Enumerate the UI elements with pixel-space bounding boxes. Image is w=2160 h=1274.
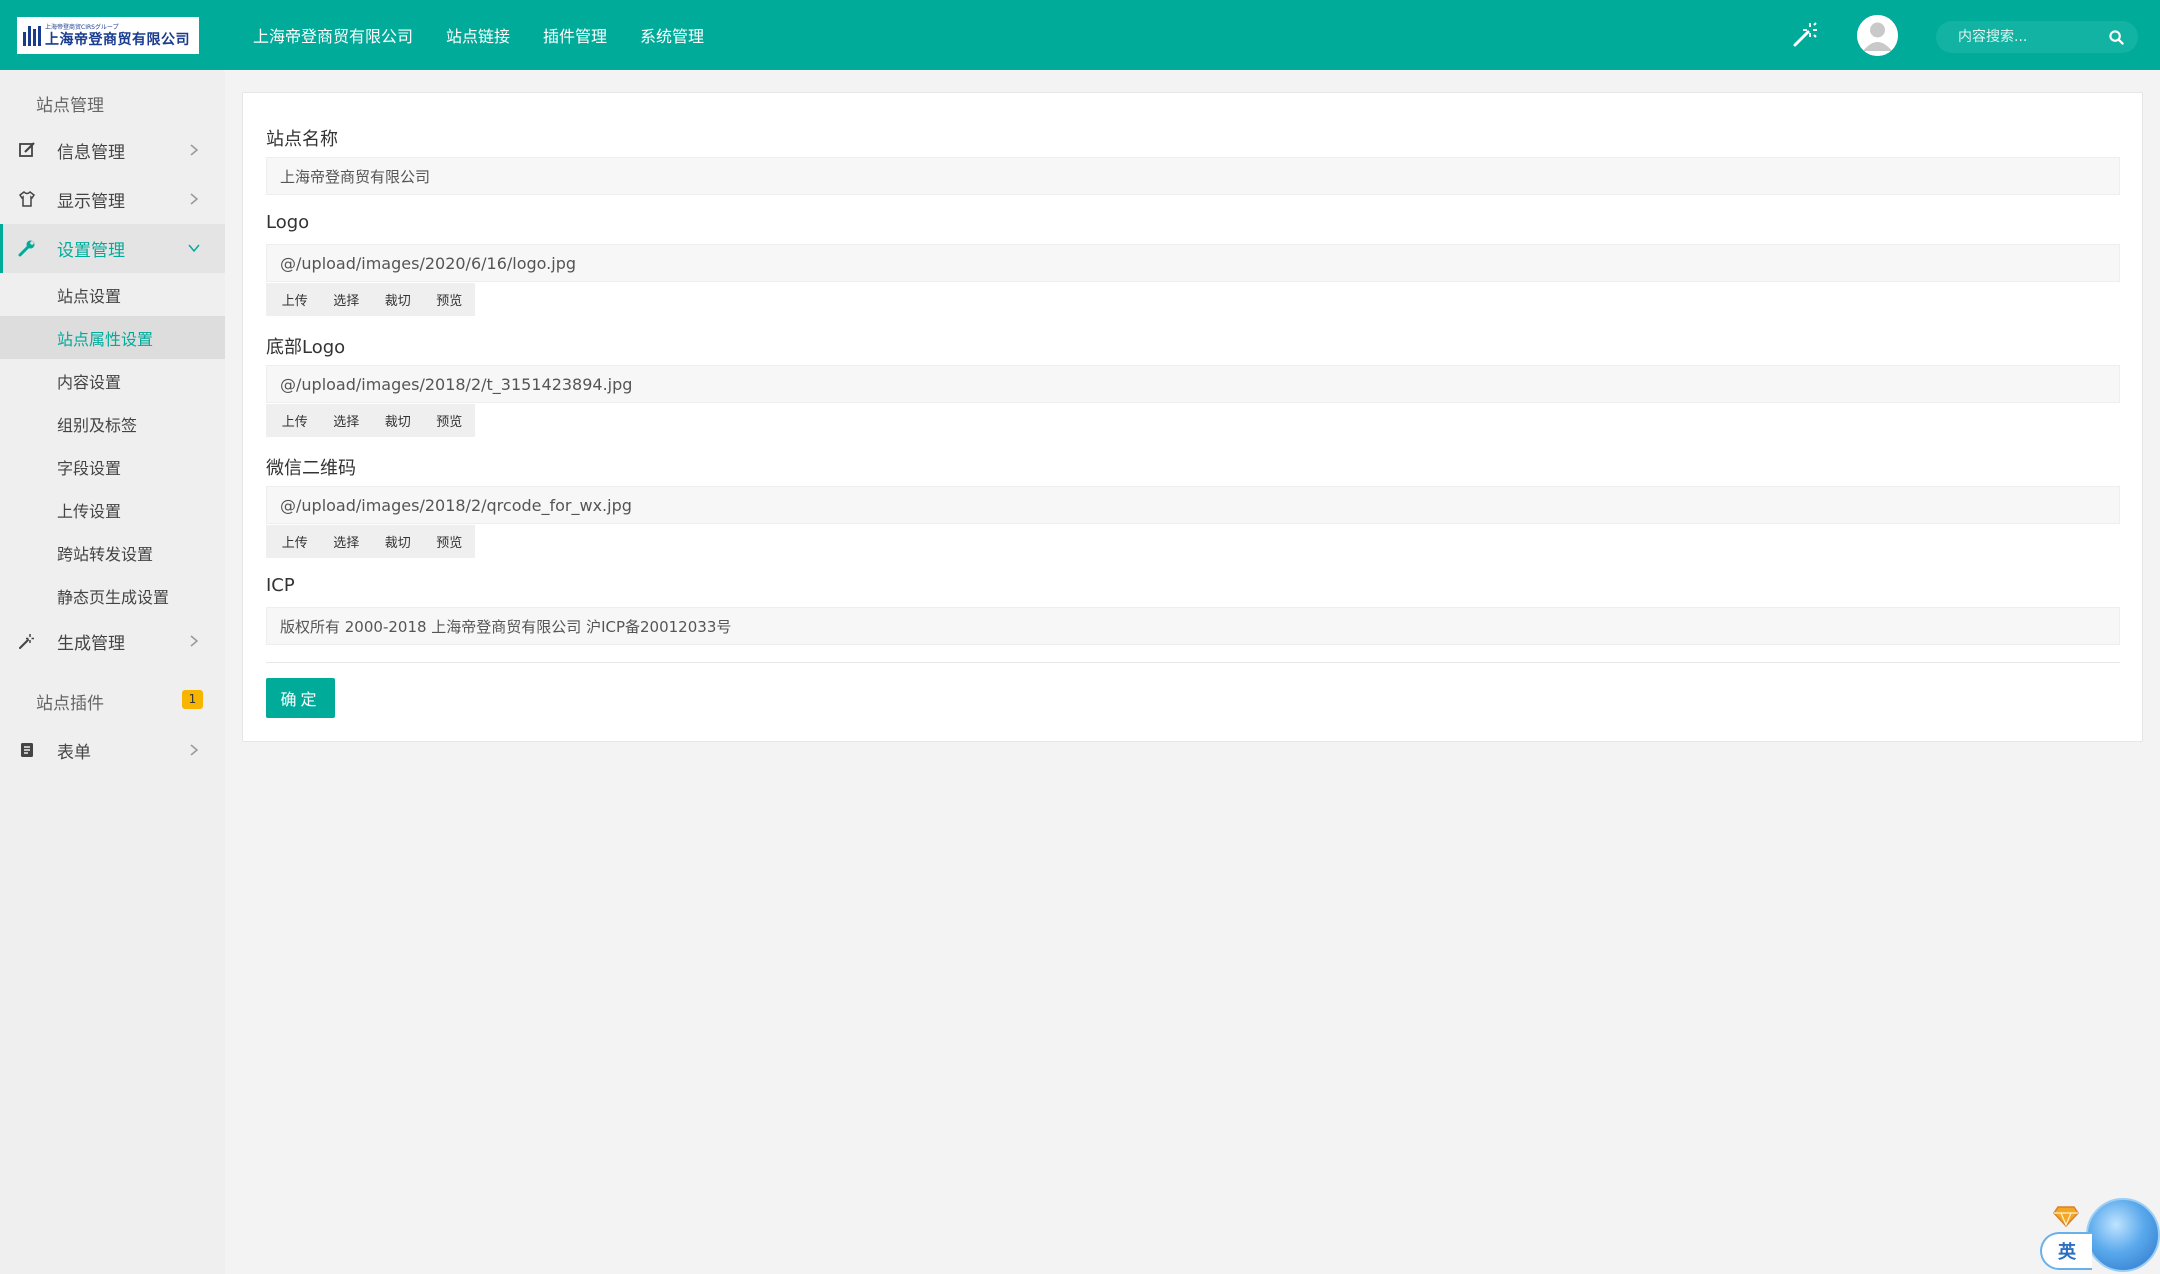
top-nav: 上海帝登商贸有限公司 站点链接 插件管理 系统管理: [253, 0, 737, 70]
wechat-qr-upload-button[interactable]: 上传: [269, 532, 321, 551]
gem-icon[interactable]: [2053, 1204, 2079, 1228]
ime-widget: 英: [2036, 1192, 2160, 1274]
sidebar-item-info-management[interactable]: 信息管理: [0, 126, 225, 175]
footer-logo-select-button[interactable]: 选择: [321, 411, 373, 430]
nav-site-links[interactable]: 站点链接: [446, 23, 510, 47]
user-avatar[interactable]: [1857, 15, 1898, 56]
sidebar-item-settings-management[interactable]: 设置管理: [0, 224, 225, 273]
sidebar-item-label: 显示管理: [57, 192, 125, 212]
search-box: [1936, 21, 2138, 53]
sidebar: 站点管理 信息管理 显示管理 设置管理 站点设置 站点属性设置 内容设置 组别及…: [0, 70, 225, 1274]
sidebar-subitem-content-settings[interactable]: 内容设置: [0, 359, 225, 402]
wechat-qr-file-buttons: 上传 选择 裁切 预览: [266, 525, 475, 558]
nav-system-management[interactable]: 系统管理: [640, 23, 704, 47]
wechat-qr-path-input[interactable]: [266, 486, 2120, 524]
magic-wand-icon[interactable]: [1790, 20, 1820, 50]
logo-select-button[interactable]: 选择: [321, 290, 373, 309]
site-name-input[interactable]: [266, 157, 2120, 195]
ime-ball-icon[interactable]: [2086, 1198, 2160, 1272]
sidebar-subitem-groups-tags[interactable]: 组别及标签: [0, 402, 225, 445]
shirt-icon: [18, 191, 36, 207]
top-bar: 上海帝登商贸CIRSグループ 上海帝登商贸有限公司 上海帝登商贸有限公司 站点链…: [0, 0, 2160, 70]
chevron-right-icon: [190, 744, 199, 756]
confirm-button[interactable]: 确定: [266, 678, 335, 718]
search-icon[interactable]: [2109, 30, 2124, 45]
logo-subtitle: 上海帝登商贸CIRSグループ: [45, 23, 119, 31]
chevron-down-icon: [188, 244, 200, 253]
footer-logo-file-buttons: 上传 选择 裁切 预览: [266, 404, 475, 437]
chevron-right-icon: [190, 144, 199, 156]
logo-mark-icon: [23, 25, 41, 46]
icp-label: ICP: [266, 575, 295, 596]
logo-label: Logo: [266, 212, 310, 233]
sidebar-subitem-field-settings[interactable]: 字段设置: [0, 445, 225, 488]
wechat-qr-label: 微信二维码: [266, 458, 356, 479]
logo-path-input[interactable]: [266, 244, 2120, 282]
site-name-label: 站点名称: [266, 129, 338, 150]
logo-preview-button[interactable]: 预览: [424, 290, 476, 309]
footer-logo-crop-button[interactable]: 裁切: [372, 411, 424, 430]
magic-wand-icon: [19, 634, 34, 649]
footer-logo-upload-button[interactable]: 上传: [269, 411, 321, 430]
wrench-icon: [18, 240, 35, 257]
sidebar-item-label: 设置管理: [57, 241, 125, 261]
sidebar-item-form[interactable]: 表单: [0, 726, 225, 775]
plugin-count-badge: 1: [182, 690, 203, 709]
sidebar-item-label: 信息管理: [57, 143, 125, 163]
site-attributes-form: 站点名称 Logo 上传 选择 裁切 预览 底部Logo 上传 选择 裁切 预览…: [242, 92, 2143, 742]
sidebar-item-label: 生成管理: [57, 634, 125, 654]
sidebar-subitem-static-page-settings[interactable]: 静态页生成设置: [0, 574, 225, 617]
sidebar-subitem-upload-settings[interactable]: 上传设置: [0, 488, 225, 531]
form-divider: [266, 662, 2120, 663]
site-logo[interactable]: 上海帝登商贸CIRSグループ 上海帝登商贸有限公司: [17, 17, 199, 54]
sidebar-plugin-group: 站点插件 1: [0, 676, 225, 726]
footer-logo-path-input[interactable]: [266, 365, 2120, 403]
nav-company[interactable]: 上海帝登商贸有限公司: [253, 23, 413, 47]
ime-language-toggle[interactable]: 英: [2040, 1232, 2092, 1270]
logo-file-buttons: 上传 选择 裁切 预览: [266, 283, 475, 316]
sidebar-item-generate-management[interactable]: 生成管理: [0, 617, 225, 666]
sidebar-item-display-management[interactable]: 显示管理: [0, 175, 225, 224]
logo-crop-button[interactable]: 裁切: [372, 290, 424, 309]
logo-upload-button[interactable]: 上传: [269, 290, 321, 309]
wechat-qr-crop-button[interactable]: 裁切: [372, 532, 424, 551]
search-input[interactable]: [1936, 21, 2096, 53]
footer-logo-label: 底部Logo: [266, 337, 346, 358]
icp-input[interactable]: [266, 607, 2120, 645]
logo-title: 上海帝登商贸有限公司: [45, 31, 190, 48]
sidebar-subitem-site-settings[interactable]: 站点设置: [0, 273, 225, 316]
nav-plugin-management[interactable]: 插件管理: [543, 23, 607, 47]
wechat-qr-preview-button[interactable]: 预览: [424, 532, 476, 551]
wechat-qr-select-button[interactable]: 选择: [321, 532, 373, 551]
footer-logo-preview-button[interactable]: 预览: [424, 411, 476, 430]
sidebar-group-title: 站点管理: [36, 95, 104, 116]
sidebar-plugin-title: 站点插件: [36, 693, 104, 714]
sidebar-subitem-cross-site-settings[interactable]: 跨站转发设置: [0, 531, 225, 574]
sidebar-item-label: 表单: [57, 743, 91, 763]
form-icon: [21, 743, 33, 757]
chevron-right-icon: [190, 635, 199, 647]
chevron-right-icon: [190, 193, 199, 205]
sidebar-subitem-site-attribute-settings[interactable]: 站点属性设置: [0, 316, 225, 359]
edit-icon: [19, 142, 35, 157]
